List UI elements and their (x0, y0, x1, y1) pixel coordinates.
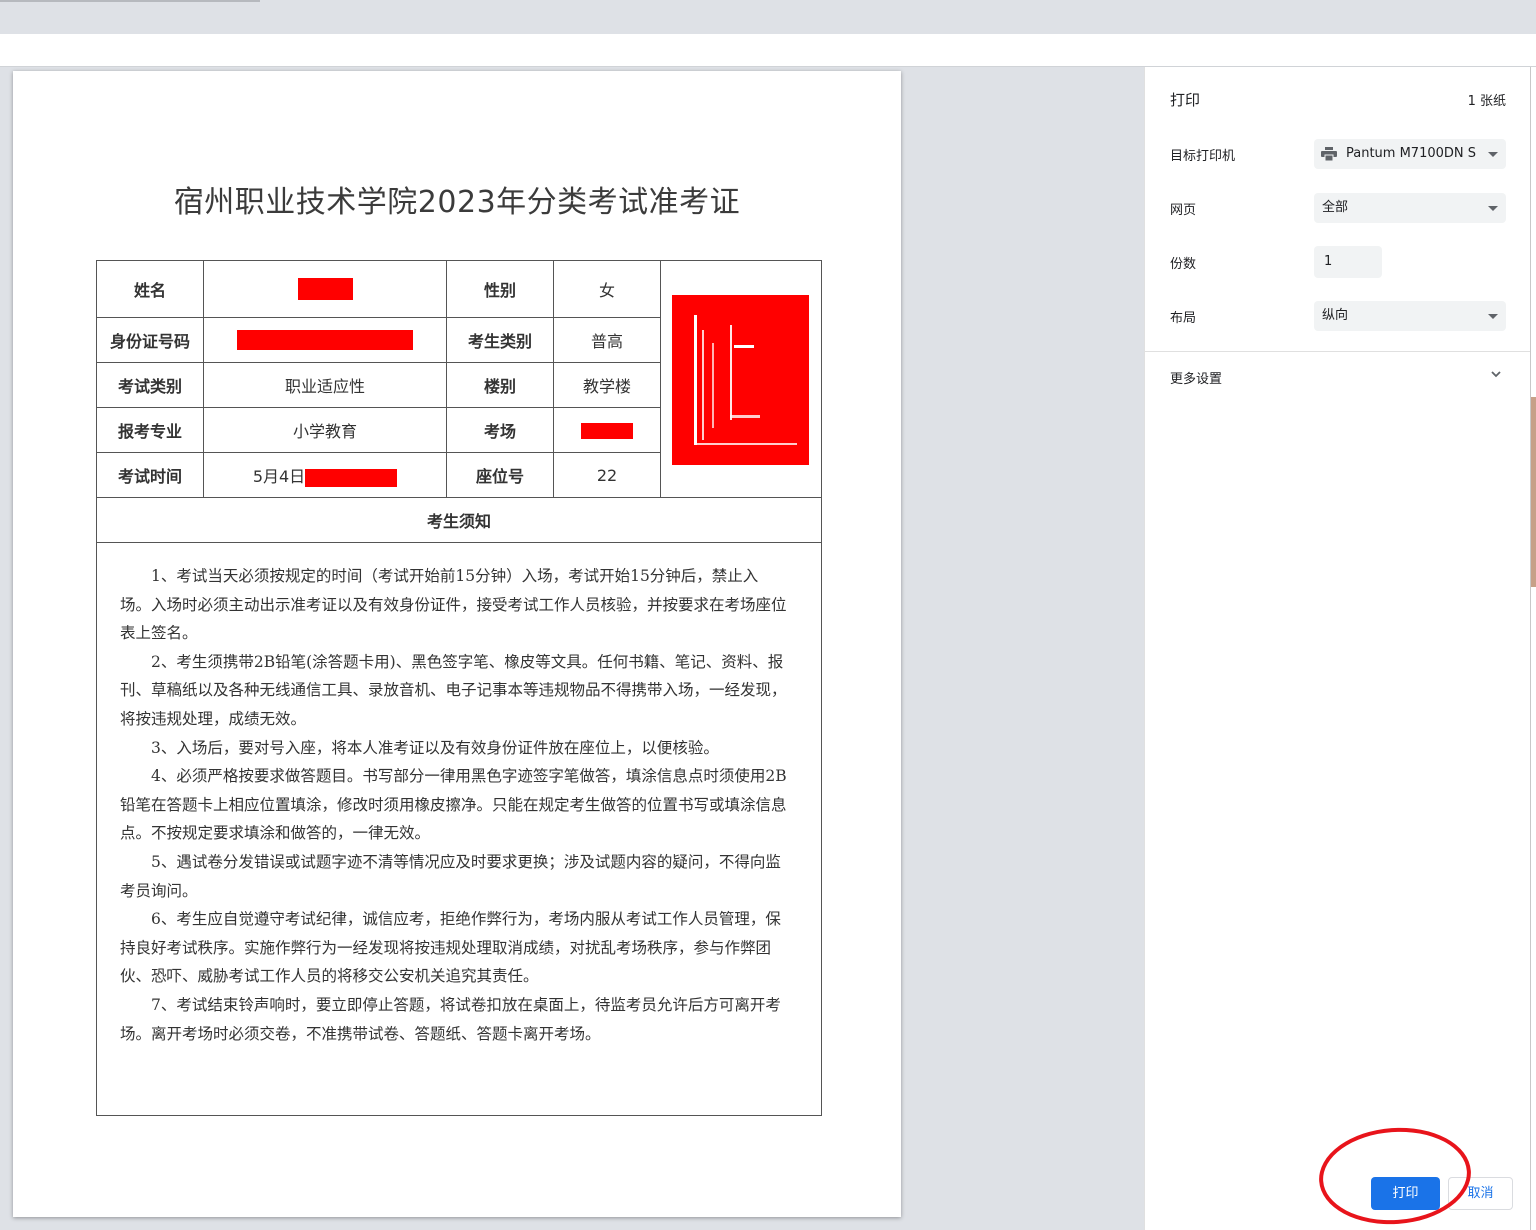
print-panel-title: 打印 (1170, 91, 1201, 109)
chevron-down-icon (1488, 152, 1498, 157)
pages-select[interactable]: 全部 (1314, 193, 1506, 223)
exam-time-value: 5月4日 (252, 467, 306, 486)
background-photo-fragment (1531, 397, 1536, 587)
candidate-type-value: 普高 (553, 317, 661, 363)
layout-select[interactable]: 纵向 (1314, 301, 1506, 331)
notice-item: 4、必须严格按要求做答题目。书写部分一律用黑色字迹签字笔做答，填涂信息点时须使用… (120, 767, 787, 843)
preview-page: 宿州职业技术学院2023年分类考试准考证 姓名 性别 女 身份证号码 考生类别 … (13, 71, 901, 1217)
redaction-mark (237, 330, 413, 351)
print-settings-panel: 打印 1 张纸 目标打印机 Pantum M7100DN Ser 网页 全部 份… (1144, 67, 1531, 1230)
redaction-mark (297, 278, 353, 300)
id-number-value (203, 317, 447, 363)
exam-type-label: 考试类别 (96, 362, 204, 408)
pages-label: 网页 (1170, 203, 1197, 218)
building-value: 教学楼 (553, 362, 661, 408)
admission-ticket-table: 姓名 性别 女 身份证号码 考生类别 普高 考试类别 职业适应性 楼别 教学楼 … (96, 260, 822, 1116)
gender-value: 女 (553, 260, 661, 318)
destination-label: 目标打印机 (1170, 149, 1236, 164)
divider (1145, 351, 1531, 352)
candidate-type-label: 考生类别 (446, 317, 554, 363)
sheet-count: 1 张纸 (1467, 94, 1506, 109)
notice-text: 1、考试当天必须按规定的时间（考试开始前15分钟）入场，考试开始15分钟后，禁止… (120, 562, 788, 1048)
candidate-photo-redacted (672, 295, 809, 465)
pages-value: 全部 (1322, 200, 1349, 215)
copies-label: 份数 (1170, 257, 1197, 272)
exam-room-label: 考场 (446, 407, 554, 453)
print-preview-area: 宿州职业技术学院2023年分类考试准考证 姓名 性别 女 身份证号码 考生类别 … (0, 67, 1144, 1230)
notice-body: 1、考试当天必须按规定的时间（考试开始前15分钟）入场，考试开始15分钟后，禁止… (96, 542, 822, 1116)
seat-value: 22 (553, 452, 661, 498)
gender-label: 性别 (446, 260, 554, 318)
major-label: 报考专业 (96, 407, 204, 453)
printer-icon (1321, 147, 1337, 161)
layout-value: 纵向 (1322, 308, 1349, 323)
tab-edge (0, 0, 260, 2)
destination-value: Pantum M7100DN Ser (1346, 146, 1476, 161)
notice-item: 3、入场后，要对号入座，将本人准考证以及有效身份证件放在座位上，以便核验。 (151, 738, 719, 757)
redaction-mark (581, 423, 633, 439)
expand-chevron-icon[interactable] (1490, 370, 1502, 380)
notice-item: 7、考试结束铃声响时，要立即停止答题，将试卷扣放在桌面上，待监考员允许后方可离开… (120, 995, 781, 1043)
name-label: 姓名 (96, 260, 204, 318)
destination-select[interactable]: Pantum M7100DN Ser (1314, 139, 1506, 169)
redaction-mark (305, 468, 398, 487)
photo-cell (660, 260, 822, 498)
background-page-edge (1530, 67, 1536, 1230)
notice-item: 5、遇试卷分发错误或试题字迹不清等情况应及时要求更换；涉及试题内容的疑问，不得向… (120, 852, 781, 900)
more-settings-toggle[interactable]: 更多设置 (1170, 368, 1222, 387)
chevron-down-icon (1488, 314, 1498, 319)
exam-time-cell: 5月4日 (203, 452, 447, 498)
notice-heading: 考生须知 (96, 497, 822, 543)
name-value (203, 260, 447, 318)
exam-room-value (553, 407, 661, 453)
seat-label: 座位号 (446, 452, 554, 498)
browser-toolbar (0, 34, 1536, 67)
notice-item: 6、考生应自觉遵守考试纪律，诚信应考，拒绝作弊行为，考场内服从考试工作人员管理，… (120, 910, 781, 986)
major-value: 小学教育 (203, 407, 447, 453)
id-number-label: 身份证号码 (96, 317, 204, 363)
building-label: 楼别 (446, 362, 554, 408)
copies-input[interactable]: 1 (1314, 246, 1382, 278)
notice-item: 2、考生须携带2B铅笔(涂答题卡用)、黑色签字笔、橡皮等文具。任何书籍、笔记、资… (120, 652, 787, 728)
layout-label: 布局 (1170, 311, 1197, 326)
exam-time-label: 考试时间 (96, 452, 204, 498)
chevron-down-icon (1488, 206, 1498, 211)
document-title: 宿州职业技术学院2023年分类考试准考证 (173, 185, 741, 220)
notice-item: 1、考试当天必须按规定的时间（考试开始前15分钟）入场，考试开始15分钟后，禁止… (120, 567, 787, 643)
browser-top-bar (0, 0, 1536, 34)
exam-type-value: 职业适应性 (203, 362, 447, 408)
